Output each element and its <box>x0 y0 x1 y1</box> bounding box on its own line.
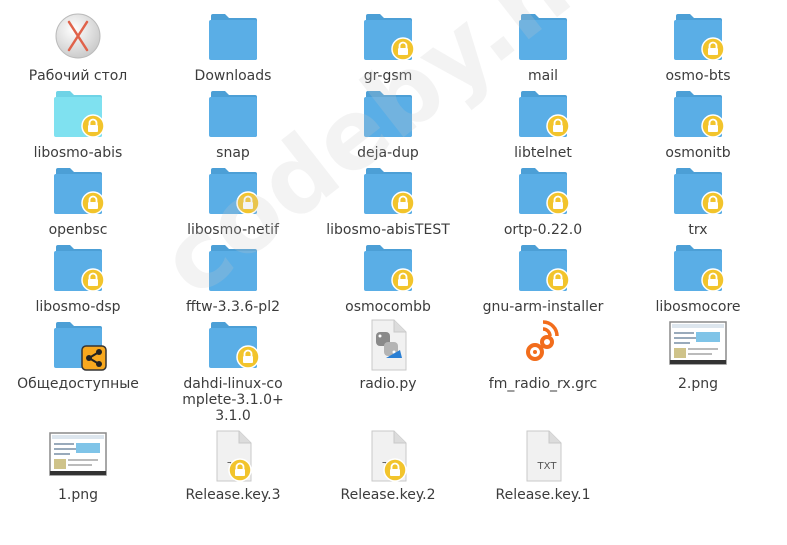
file-item-label: mail <box>528 68 558 84</box>
locked-folder-icon <box>668 83 728 143</box>
file-item-label: trx <box>688 222 708 238</box>
file-item-label: libosmocore <box>655 299 741 315</box>
file-item[interactable]: TXT Release.key.2 <box>313 425 463 503</box>
file-item[interactable]: TXT Release.key.1 <box>468 425 618 503</box>
file-item[interactable]: Downloads <box>158 6 308 84</box>
file-item[interactable]: mail <box>468 6 618 84</box>
file-item-label: libosmo-dsp <box>35 299 121 315</box>
file-item[interactable]: libosmo-dsp <box>3 237 153 315</box>
file-item[interactable]: libosmo-netif <box>158 160 308 238</box>
file-item[interactable]: fm_radio_rx.grc <box>468 314 618 392</box>
file-item-label: 2.png <box>677 376 718 392</box>
locked-folder-icon <box>48 237 108 297</box>
file-item-label: libosmo-netif <box>187 222 279 238</box>
file-item[interactable]: Рабочий стол <box>3 6 153 84</box>
image-thumbnail-icon <box>48 425 108 485</box>
file-item-label: radio.py <box>359 376 417 392</box>
file-item-label: snap <box>216 145 250 161</box>
file-item-label: gnu-arm-installer <box>482 299 604 315</box>
folder-icon <box>203 83 263 143</box>
locked-folder-icon <box>203 314 263 374</box>
file-item-label: Release.key.3 <box>185 487 281 503</box>
file-item[interactable]: gr-gsm <box>313 6 463 84</box>
file-item-label: Рабочий стол <box>28 68 128 84</box>
grc-file-icon <box>513 314 573 374</box>
file-item-label: fm_radio_rx.grc <box>488 376 598 392</box>
locked-folder-icon <box>668 6 728 66</box>
file-item[interactable]: osmonitb <box>623 83 773 161</box>
file-item[interactable]: dahdi-linux-complete-3.1.0+3.1.0 <box>158 314 308 424</box>
locked-folder-icon <box>358 160 418 220</box>
file-item[interactable]: radio.py <box>313 314 463 392</box>
file-item[interactable]: deja-dup <box>313 83 463 161</box>
file-item-label: gr-gsm <box>363 68 413 84</box>
file-item-label: osmonitb <box>665 145 731 161</box>
file-item[interactable]: osmo-bts <box>623 6 773 84</box>
locked-folder-icon <box>358 237 418 297</box>
image-thumbnail-icon <box>668 314 728 374</box>
text-file-icon: TXT <box>513 425 573 485</box>
folder-icon <box>203 237 263 297</box>
file-item-label: ortp-0.22.0 <box>503 222 583 238</box>
locked-folder-icon <box>513 160 573 220</box>
file-item-label: Downloads <box>194 68 272 84</box>
locked-text-file-icon: TXT <box>358 425 418 485</box>
file-item-label: osmo-bts <box>665 68 731 84</box>
file-grid: Рабочий стол Downloads gr-gsm mail osmo-… <box>0 0 787 545</box>
file-item[interactable]: trx <box>623 160 773 238</box>
locked-folder-icon <box>513 83 573 143</box>
file-item-label: libosmo-abis <box>33 145 123 161</box>
file-item-label: Release.key.1 <box>495 487 591 503</box>
shared-folder-icon <box>48 314 108 374</box>
locked-folder-icon <box>203 160 263 220</box>
folder-icon <box>513 6 573 66</box>
python-file-icon <box>358 314 418 374</box>
file-item-label: dahdi-linux-complete-3.1.0+3.1.0 <box>182 376 284 424</box>
file-item[interactable]: TXT Release.key.3 <box>158 425 308 503</box>
locked-folder-icon <box>513 237 573 297</box>
file-item[interactable]: osmocombb <box>313 237 463 315</box>
svg-text:TXT: TXT <box>537 461 558 472</box>
file-item[interactable]: fftw-3.3.6-pl2 <box>158 237 308 315</box>
file-item[interactable]: openbsc <box>3 160 153 238</box>
folder-icon <box>203 6 263 66</box>
file-item[interactable]: Общедоступные <box>3 314 153 392</box>
file-item[interactable]: 1.png <box>3 425 153 503</box>
file-item-label: libtelnet <box>514 145 572 161</box>
locked-folder-icon <box>668 237 728 297</box>
file-item-label: deja-dup <box>357 145 419 161</box>
file-item-label: 1.png <box>57 487 98 503</box>
file-item[interactable]: libosmocore <box>623 237 773 315</box>
file-item-label: fftw-3.3.6-pl2 <box>186 299 280 315</box>
file-item[interactable]: ortp-0.22.0 <box>468 160 618 238</box>
file-item[interactable]: libosmo-abis <box>3 83 153 161</box>
desktop-icon <box>48 6 108 66</box>
file-item-label: Release.key.2 <box>340 487 436 503</box>
locked-folder-icon <box>668 160 728 220</box>
file-item[interactable]: 2.png <box>623 314 773 392</box>
locked-folder-icon <box>48 160 108 220</box>
file-item[interactable]: snap <box>158 83 308 161</box>
file-item[interactable]: libtelnet <box>468 83 618 161</box>
locked-folder-icon <box>358 6 418 66</box>
file-item-label: libosmo-abisTEST <box>326 222 450 238</box>
file-item-label: osmocombb <box>345 299 431 315</box>
folder-icon <box>358 83 418 143</box>
file-item-label: openbsc <box>48 222 108 238</box>
locked-text-file-icon: TXT <box>203 425 263 485</box>
file-item[interactable]: libosmo-abisTEST <box>313 160 463 238</box>
locked-folder-light-icon <box>48 83 108 143</box>
file-item[interactable]: gnu-arm-installer <box>468 237 618 315</box>
file-item-label: Общедоступные <box>17 376 139 392</box>
